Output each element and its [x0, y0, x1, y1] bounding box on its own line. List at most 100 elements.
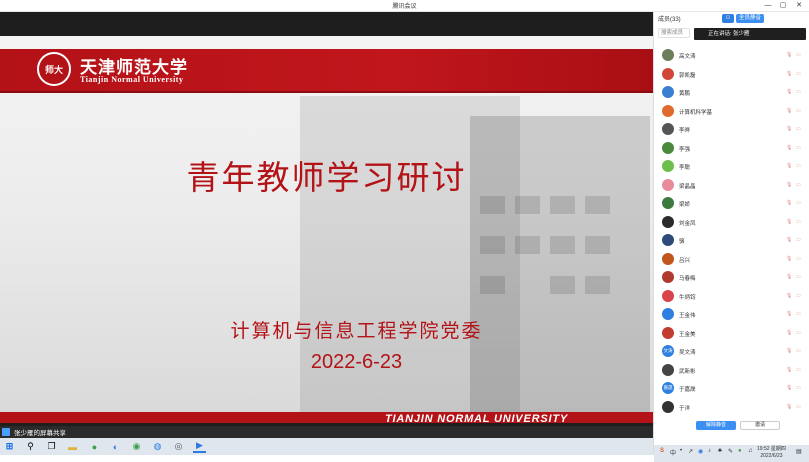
member-row[interactable]: 计算机科学基 🎙 ▭ [654, 103, 809, 121]
member-name: 王金伟 [679, 313, 696, 319]
camera-off-icon[interactable]: ▭ [796, 274, 801, 280]
windows-start-icon[interactable]: ⊞ [3, 440, 16, 453]
tool-icon[interactable]: ✎ [728, 448, 733, 455]
microphone-muted-icon[interactable]: 🎙 [786, 71, 792, 77]
microphone-muted-icon[interactable]: 🎙 [786, 52, 792, 58]
slide-date: 2022-6-23 [310, 351, 403, 373]
edge-browser-icon[interactable]: ◐ [109, 440, 122, 453]
microphone-muted-icon[interactable]: 🎙 [786, 108, 792, 114]
microphone-muted-icon[interactable]: 🎙 [786, 145, 792, 151]
microphone-icon[interactable]: ♪ [708, 448, 711, 454]
member-row[interactable]: 李聪 🎙 ▭ [654, 158, 809, 176]
minimize-icon[interactable]: — [761, 0, 775, 12]
member-row[interactable]: 李强 🎙 ▭ [654, 140, 809, 158]
member-row[interactable]: 吕兴 🎙 ▭ [654, 251, 809, 269]
app-icon-2[interactable]: ◎ [172, 440, 185, 453]
member-row[interactable]: 文涛 吴文涛 🎙 ▭ [654, 343, 809, 361]
invite-icon[interactable]: ⚇ [722, 14, 734, 23]
member-row[interactable]: 梁娇 🎙 ▭ [654, 195, 809, 213]
app-icon[interactable]: ◍ [151, 440, 164, 453]
shirt-icon[interactable]: ♣ [718, 448, 722, 454]
members-footer: 解除静音 邀请 S 中 • ↗ ◉ ♪ ♣ ✎ ● ♫ 19:52 星期四 20… [654, 419, 809, 462]
task-view-icon[interactable]: ❐ [45, 440, 58, 453]
microphone-muted-icon[interactable]: 🎙 [786, 163, 792, 169]
camera-off-icon[interactable]: ▭ [796, 367, 801, 373]
camera-off-icon[interactable]: ▭ [796, 311, 801, 317]
microphone-muted-icon[interactable]: 🎙 [786, 200, 792, 206]
notification-icon[interactable]: ▤ [796, 448, 802, 455]
unmute-button[interactable]: 解除静音 [696, 421, 736, 430]
avatar [662, 363, 674, 376]
camera-off-icon[interactable]: ▭ [796, 163, 801, 169]
microphone-muted-icon[interactable]: 🎙 [786, 89, 792, 95]
camera-off-icon[interactable]: ▭ [796, 126, 801, 132]
file-explorer-icon[interactable]: ▬ [66, 440, 79, 453]
tray-dots-icon[interactable]: • [680, 448, 682, 454]
camera-off-icon[interactable]: ▭ [796, 293, 801, 299]
microphone-muted-icon[interactable]: 🎙 [786, 219, 792, 225]
close-icon[interactable]: ✕ [792, 0, 806, 12]
camera-off-icon[interactable]: ▭ [796, 71, 801, 77]
microphone-muted-icon[interactable]: 🎙 [786, 237, 792, 243]
member-name: 吕兴 [679, 257, 691, 264]
camera-off-icon[interactable]: ▭ [796, 385, 801, 391]
member-name: 骆 [679, 239, 685, 245]
microphone-muted-icon[interactable]: 🎙 [786, 385, 792, 391]
member-row[interactable]: 骆 🎙 ▭ [654, 232, 809, 250]
microphone-muted-icon[interactable]: 🎙 [786, 182, 792, 188]
avatar [662, 67, 674, 80]
camera-off-icon[interactable]: ▭ [796, 182, 801, 188]
member-search-input[interactable]: 搜索成员 [658, 28, 690, 38]
camera-off-icon[interactable]: ▭ [796, 200, 801, 206]
microphone-muted-icon[interactable]: 🎙 [786, 404, 792, 410]
microphone-muted-icon[interactable]: 🎙 [786, 256, 792, 262]
member-row[interactable]: 郭凯磊 🎙 ▭ [654, 66, 809, 84]
shared-screen[interactable]: 师大 天津师范大学 Tianjin Normal University 青年教师… [0, 12, 653, 426]
chrome-icon[interactable]: ◉ [130, 440, 143, 453]
member-row[interactable]: 牛炳钧 🎙 ▭ [654, 288, 809, 306]
camera-off-icon[interactable]: ▭ [796, 89, 801, 95]
member-row[interactable]: 嘉晟 于嘉晟 🎙 ▭ [654, 380, 809, 398]
member-row[interactable]: 高文涛 🎙 ▭ [654, 47, 809, 65]
member-row[interactable]: 刘金凤 🎙 ▭ [654, 214, 809, 232]
search-icon[interactable]: ⚲ [24, 440, 37, 453]
camera-off-icon[interactable]: ▭ [796, 108, 801, 114]
microphone-muted-icon[interactable]: 🎙 [786, 311, 792, 317]
member-row[interactable]: 梁晶晶 🎙 ▭ [654, 177, 809, 195]
camera-off-icon[interactable]: ▭ [796, 145, 801, 151]
camera-off-icon[interactable]: ▭ [796, 237, 801, 243]
camera-off-icon[interactable]: ▭ [796, 219, 801, 225]
tray-arrow-icon[interactable]: ↗ [688, 448, 693, 455]
wechat-tray-icon[interactable]: ● [738, 448, 742, 454]
system-clock[interactable]: 19:52 星期四 2022/6/23 [757, 446, 786, 460]
member-row[interactable]: 于洋 🎙 ▭ [654, 399, 809, 417]
member-row[interactable]: 武新彬 🎙 ▭ [654, 362, 809, 380]
microphone-muted-icon[interactable]: 🎙 [786, 330, 792, 336]
member-row[interactable]: 王金伟 🎙 ▭ [654, 306, 809, 324]
member-row[interactable]: 李晔 🎙 ▭ [654, 121, 809, 139]
camera-off-icon[interactable]: ▭ [796, 256, 801, 262]
microphone-muted-icon[interactable]: 🎙 [786, 126, 792, 132]
invite-button[interactable]: 邀请 [740, 421, 780, 430]
member-row[interactable]: 王金美 🎙 ▭ [654, 325, 809, 343]
camera-off-icon[interactable]: ▭ [796, 330, 801, 336]
tencent-meeting-icon[interactable]: ▶ [193, 440, 206, 453]
background-window [585, 276, 610, 294]
camera-off-icon[interactable]: ▭ [796, 52, 801, 58]
mute-all-button[interactable]: 全员静音 [736, 14, 764, 23]
microphone-muted-icon[interactable]: 🎙 [786, 274, 792, 280]
camera-off-icon[interactable]: ▭ [796, 404, 801, 410]
camera-off-icon[interactable]: ▭ [796, 348, 801, 354]
microphone-muted-icon[interactable]: 🎙 [786, 348, 792, 354]
maximize-icon[interactable]: ▢ [776, 0, 790, 12]
member-name: 高文涛 [679, 54, 696, 60]
member-row[interactable]: 黄鹏 🎙 ▭ [654, 84, 809, 102]
member-row[interactable]: 马春梅 🎙 ▭ [654, 269, 809, 287]
microphone-muted-icon[interactable]: 🎙 [786, 293, 792, 299]
volume-icon[interactable]: ♫ [748, 448, 753, 454]
wechat-icon[interactable]: ● [88, 440, 101, 453]
sogou-input-icon[interactable]: S [660, 448, 664, 454]
tray-app-icon[interactable]: ◉ [698, 448, 703, 455]
microphone-muted-icon[interactable]: 🎙 [786, 367, 792, 373]
ime-mode-label[interactable]: 中 [670, 448, 676, 457]
